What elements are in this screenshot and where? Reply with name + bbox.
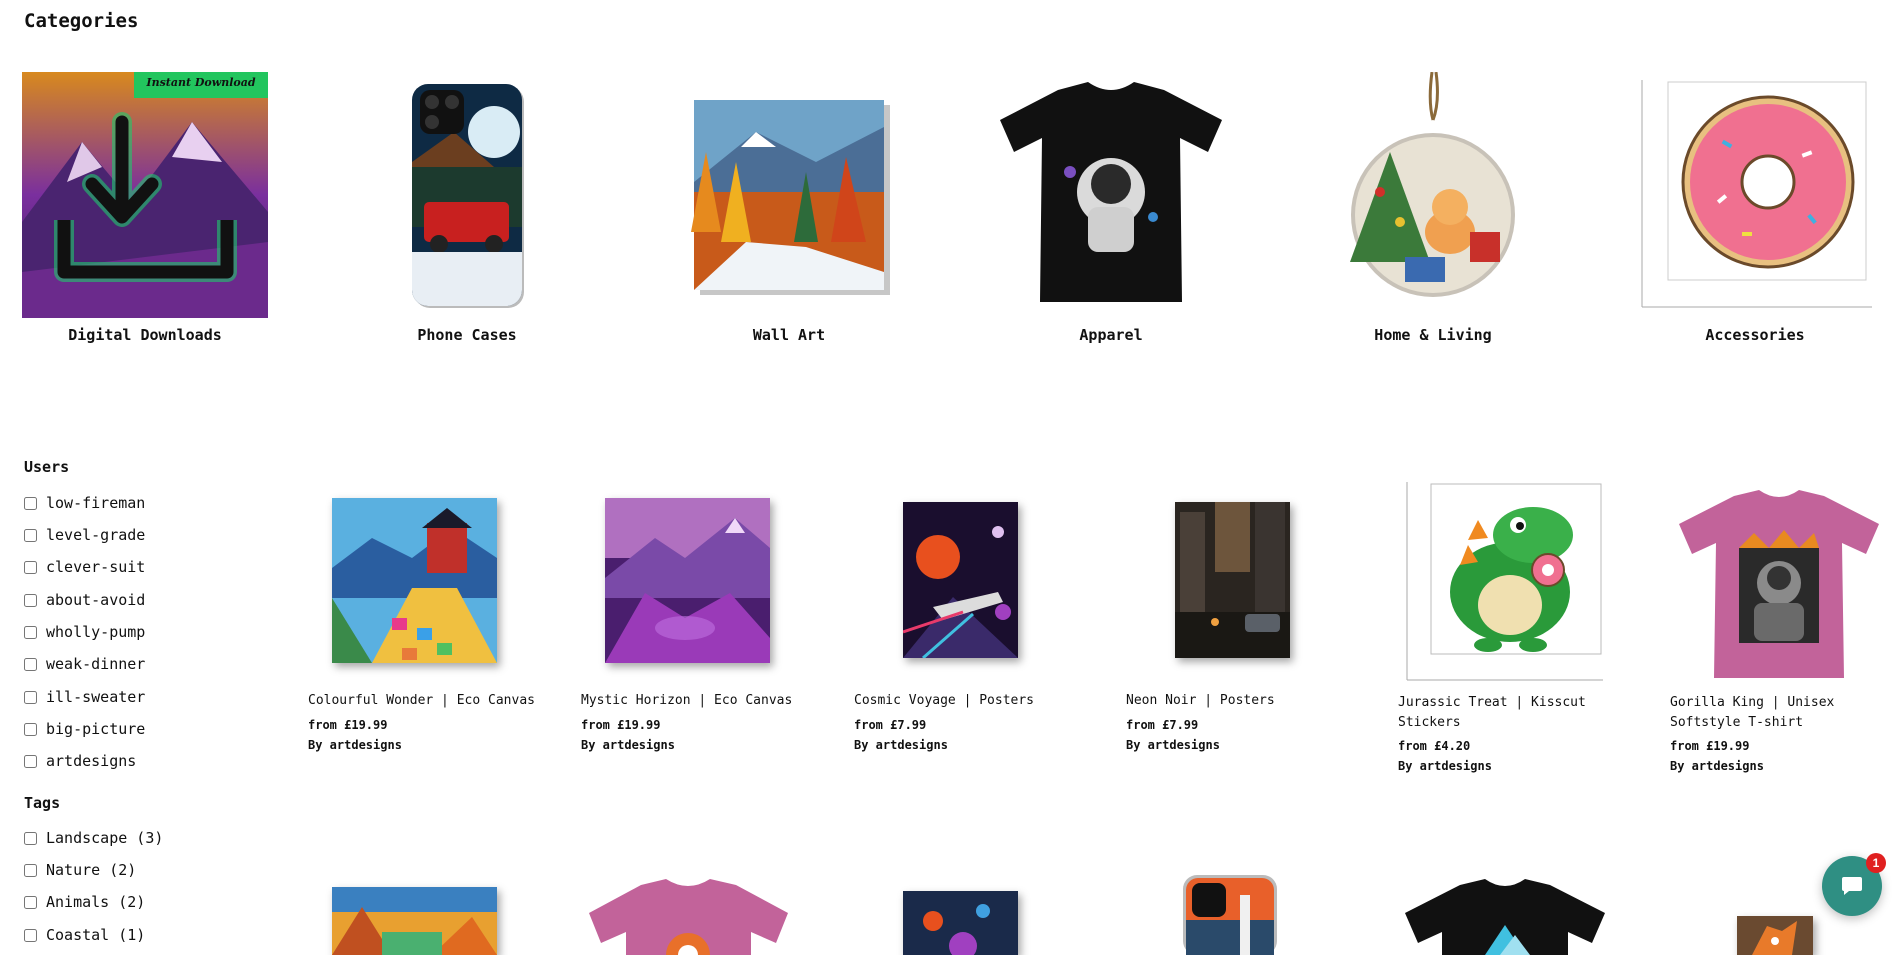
user-filter-label: low-fireman [46, 494, 146, 512]
product-image [332, 498, 497, 663]
user-filter[interactable]: about-avoid [24, 591, 145, 609]
user-filter-label: artdesigns [46, 752, 137, 770]
wall-art-image [691, 100, 890, 295]
instant-download-badge: Instant Download [146, 76, 256, 89]
product-price: from £7.99 [854, 718, 927, 732]
tag-filter-checkbox[interactable] [24, 863, 37, 877]
product-seller: By artdesigns [1398, 759, 1492, 773]
tag-filter[interactable]: Landscape (3) [24, 829, 163, 847]
category-phone-cases[interactable]: Phone Cases [344, 72, 590, 357]
tag-filter-label: Animals (2) [46, 893, 146, 911]
product-price: from £19.99 [308, 718, 388, 732]
product-image-partial[interactable] [332, 887, 497, 955]
user-filter-label: clever-suit [46, 558, 146, 576]
user-filter-label: wholly-pump [46, 623, 146, 641]
category-label: Apparel [1079, 326, 1143, 344]
product-card[interactable]: Colourful Wonder | Eco Canvas from £19.9… [308, 480, 548, 760]
product-image [903, 502, 1018, 658]
user-filter-checkbox[interactable] [24, 690, 37, 704]
user-filter[interactable]: artdesigns [24, 752, 136, 770]
product-seller: By artdesigns [1670, 759, 1764, 773]
product-seller: By artdesigns [854, 738, 948, 752]
product-seller: By artdesigns [1126, 738, 1220, 752]
product-image [1679, 490, 1879, 678]
product-price: from £19.99 [1670, 739, 1750, 753]
category-accessories[interactable]: Accessories [1632, 72, 1878, 357]
user-filter-checkbox[interactable] [24, 625, 37, 639]
user-filter[interactable]: weak-dinner [24, 655, 145, 673]
user-filter-checkbox[interactable] [24, 560, 37, 574]
product-image-partial[interactable] [1400, 877, 1610, 955]
accessories-image [1641, 80, 1872, 308]
product-title[interactable]: Cosmic Voyage | Posters [854, 691, 1086, 711]
category-wall-art[interactable]: Wall Art [666, 72, 912, 357]
tags-filter-heading: Tags [24, 794, 61, 812]
user-filter[interactable]: ill-sweater [24, 688, 145, 706]
product-price: from £7.99 [1126, 718, 1199, 732]
chat-bubble-icon [1842, 877, 1862, 895]
user-filter-checkbox[interactable] [24, 528, 37, 542]
category-label: Phone Cases [417, 326, 517, 344]
tag-filter-label: Nature (2) [46, 861, 137, 879]
category-apparel[interactable]: Apparel [988, 72, 1234, 357]
product-title[interactable]: Neon Noir | Posters [1126, 691, 1358, 711]
home-living-image [1350, 72, 1515, 297]
tag-filter[interactable]: Nature (2) [24, 861, 136, 879]
user-filter[interactable]: clever-suit [24, 558, 145, 576]
product-image-partial[interactable] [903, 891, 1018, 955]
product-title[interactable]: Jurassic Treat | Kisscut Stickers [1398, 693, 1630, 733]
digital-downloads-image [22, 72, 268, 318]
user-filter-checkbox[interactable] [24, 754, 37, 768]
product-image [1175, 502, 1290, 658]
user-filter[interactable]: big-picture [24, 720, 145, 738]
tag-filter-checkbox[interactable] [24, 831, 37, 845]
user-filter-checkbox[interactable] [24, 593, 37, 607]
tag-filter-checkbox[interactable] [24, 928, 37, 942]
product-card[interactable]: Gorilla King | Unisex Softstyle T-shirt … [1670, 480, 1900, 780]
user-filter[interactable]: low-fireman [24, 494, 145, 512]
category-label: Digital Downloads [68, 326, 222, 344]
product-card[interactable]: Neon Noir | Posters from £7.99 By artdes… [1126, 480, 1366, 760]
user-filter-checkbox[interactable] [24, 722, 37, 736]
user-filter[interactable]: wholly-pump [24, 623, 145, 641]
user-filter-label: about-avoid [46, 591, 146, 609]
product-title[interactable]: Gorilla King | Unisex Softstyle T-shirt [1670, 693, 1900, 733]
product-card[interactable]: Jurassic Treat | Kisscut Stickers from £… [1398, 480, 1638, 780]
product-image-partial[interactable] [1180, 875, 1280, 955]
category-digital-downloads[interactable]: Instant Download Digital Downloads [22, 72, 268, 357]
product-image [1406, 482, 1603, 681]
product-seller: By artdesigns [308, 738, 402, 752]
chat-notification-badge: 1 [1866, 853, 1886, 873]
tag-filter[interactable]: Coastal (1) [24, 926, 145, 944]
user-filter-label: weak-dinner [46, 655, 146, 673]
categories-heading: Categories [24, 10, 139, 32]
tag-filter-label: Landscape (3) [46, 829, 164, 847]
user-filter-checkbox[interactable] [24, 657, 37, 671]
user-filter-label: ill-sweater [46, 688, 146, 706]
product-title[interactable]: Colourful Wonder | Eco Canvas [308, 691, 540, 711]
product-price: from £19.99 [581, 718, 661, 732]
tag-filter[interactable]: Animals (2) [24, 893, 145, 911]
category-label: Accessories [1705, 326, 1805, 344]
product-image [605, 498, 770, 663]
tag-filter-label: Coastal (1) [46, 926, 146, 944]
phone-case-image [412, 84, 524, 308]
user-filter-checkbox[interactable] [24, 496, 37, 510]
product-image-partial[interactable] [1737, 916, 1813, 955]
user-filter-label: level-grade [46, 526, 146, 544]
product-card[interactable]: Cosmic Voyage | Posters from £7.99 By ar… [854, 480, 1094, 760]
category-home-living[interactable]: Home & Living [1310, 72, 1556, 357]
product-seller: By artdesigns [581, 738, 675, 752]
apparel-image [1000, 82, 1222, 302]
users-filter-heading: Users [24, 458, 70, 476]
product-title[interactable]: Mystic Horizon | Eco Canvas [581, 691, 813, 711]
product-price: from £4.20 [1398, 739, 1471, 753]
user-filter[interactable]: level-grade [24, 526, 145, 544]
user-filter-label: big-picture [46, 720, 146, 738]
category-label: Wall Art [752, 326, 826, 344]
tag-filter-checkbox[interactable] [24, 895, 37, 909]
product-image-partial[interactable] [586, 877, 791, 955]
category-label: Home & Living [1374, 326, 1492, 344]
product-card[interactable]: Mystic Horizon | Eco Canvas from £19.99 … [581, 480, 821, 760]
